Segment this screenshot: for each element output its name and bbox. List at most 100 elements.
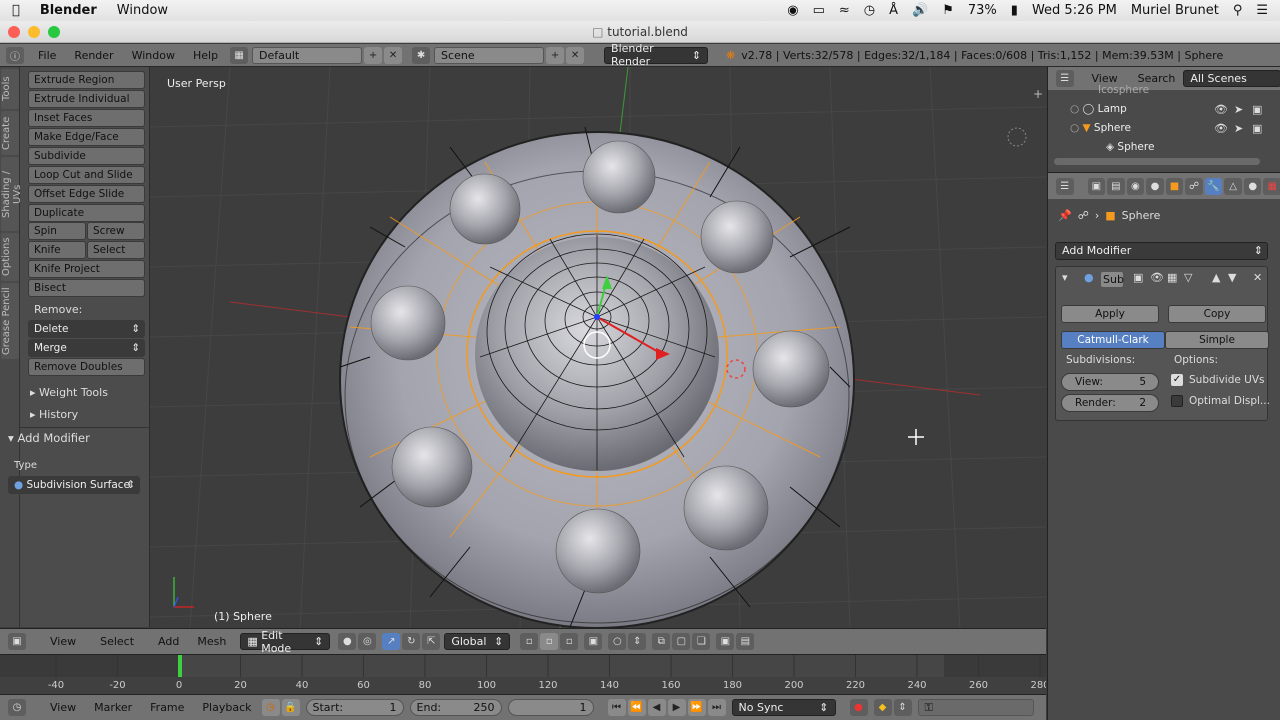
scene-selector[interactable]: Scene bbox=[434, 46, 545, 64]
keying-set-icon[interactable]: ◆ bbox=[873, 699, 892, 716]
menu-playback[interactable]: Playback bbox=[202, 701, 251, 714]
modifiers-tab-icon[interactable]: 🔧 bbox=[1204, 177, 1223, 195]
pivot-icon[interactable]: ◎ bbox=[358, 633, 377, 650]
subdivide-button[interactable]: Subdivide bbox=[28, 147, 145, 165]
opengl-render-icon[interactable]: ▤ bbox=[736, 633, 755, 650]
screw-button[interactable]: Screw bbox=[87, 222, 145, 240]
window-menu[interactable]: Window bbox=[117, 3, 168, 18]
next-keyframe-icon[interactable]: ⏩ bbox=[687, 699, 706, 716]
face-select-icon[interactable]: ▫ bbox=[560, 633, 579, 650]
record-icon[interactable]: ◉ bbox=[787, 3, 798, 18]
outliner-view-menu[interactable]: View bbox=[1092, 72, 1118, 85]
play-icon[interactable]: ▶ bbox=[667, 699, 686, 716]
remove-scene-icon[interactable]: ✕ bbox=[566, 46, 585, 64]
shading-icon[interactable]: ● bbox=[338, 633, 357, 650]
object-tab-icon[interactable]: ■ bbox=[1165, 177, 1184, 195]
apply-button[interactable]: Apply bbox=[1061, 305, 1159, 323]
copy-button[interactable]: Copy bbox=[1168, 305, 1266, 323]
eye-icon[interactable]: 👁 bbox=[1214, 122, 1228, 135]
wifi-icon[interactable]: ≈ bbox=[839, 3, 850, 18]
airplay-icon[interactable]: ▭ bbox=[813, 3, 825, 18]
delete-menu[interactable]: Delete ⇕ bbox=[28, 320, 145, 338]
falloff-icon[interactable]: ⇕ bbox=[628, 633, 647, 650]
merge-menu[interactable]: Merge ⇕ bbox=[28, 339, 145, 357]
sync-select[interactable]: No Sync ⇕ bbox=[731, 699, 836, 716]
menu-frame[interactable]: Frame bbox=[150, 701, 184, 714]
keying-set-field[interactable]: ⚿ bbox=[917, 699, 1034, 716]
material-tab-icon[interactable]: ● bbox=[1243, 177, 1262, 195]
outliner-search-menu[interactable]: Search bbox=[1138, 72, 1176, 85]
editor-type-icon[interactable]: ⓘ bbox=[6, 46, 24, 64]
outliner-item-lamp[interactable]: ○ ◯ Lamp bbox=[1070, 100, 1127, 118]
menu-file[interactable]: File bbox=[38, 49, 56, 62]
view3d-type-icon[interactable]: ▣ bbox=[8, 633, 26, 650]
properties-type-icon[interactable]: ☰ bbox=[1056, 177, 1074, 195]
weight-tools-panel[interactable]: ▸ Weight Tools bbox=[30, 386, 108, 399]
offset-edge-slide-button[interactable]: Offset Edge Slide bbox=[28, 185, 145, 203]
spotlight-icon[interactable]: ⚲ bbox=[1233, 3, 1243, 18]
menu-render[interactable]: Render bbox=[74, 49, 113, 62]
outliner-scrollbar[interactable] bbox=[1054, 158, 1260, 165]
render-engine-select[interactable]: Blender Render ⇕ bbox=[604, 42, 709, 68]
render-layers-tab-icon[interactable]: ▤ bbox=[1107, 177, 1125, 195]
end-frame-field[interactable]: End: 250 bbox=[409, 699, 502, 716]
manipulator-rotate-icon[interactable]: ↻ bbox=[402, 633, 421, 650]
snap-target-icon[interactable]: ▢ bbox=[672, 633, 691, 650]
edge-select-icon[interactable]: ▫ bbox=[540, 633, 559, 650]
close-window-button[interactable] bbox=[8, 26, 20, 38]
render-preview-icon[interactable]: ▣ bbox=[716, 633, 735, 650]
knife-project-button[interactable]: Knife Project bbox=[28, 260, 145, 278]
mode-select[interactable]: ▦ Edit Mode ⇕ bbox=[240, 629, 331, 655]
world-tab-icon[interactable]: ● bbox=[1146, 177, 1164, 195]
tab-create[interactable]: Create bbox=[1, 111, 19, 155]
notification-icon[interactable]: ☰ bbox=[1256, 3, 1268, 18]
menu-add[interactable]: Add bbox=[158, 635, 179, 648]
view-levels-field[interactable]: View: 5 bbox=[1061, 373, 1159, 391]
menu-view[interactable]: View bbox=[50, 635, 76, 648]
clock[interactable]: Wed 5:26 PM bbox=[1032, 3, 1117, 18]
jump-end-icon[interactable]: ⏭ bbox=[707, 699, 726, 716]
cage-toggle-icon[interactable]: ▽ bbox=[1184, 271, 1192, 284]
manipulator-scale-icon[interactable]: ⇱ bbox=[422, 633, 441, 650]
make-edge-face-button[interactable]: Make Edge/Face bbox=[28, 128, 145, 146]
orientation-select[interactable]: Global ⇕ bbox=[444, 633, 511, 650]
timeline[interactable]: -40 -20 0 20 40 60 80 100 120 140 160 180 200 220 240 2… bbox=[0, 654, 1050, 695]
tab-options[interactable]: Options bbox=[1, 233, 19, 281]
zoom-window-button[interactable] bbox=[48, 26, 60, 38]
add-modifier-dropdown[interactable]: Add Modifier ⇕ bbox=[1055, 242, 1268, 260]
bisect-button[interactable]: Bisect bbox=[28, 279, 145, 297]
menu-help[interactable]: Help bbox=[193, 49, 218, 62]
camera-icon[interactable]: ▣ bbox=[1252, 122, 1262, 135]
prev-keyframe-icon[interactable]: ⏪ bbox=[627, 699, 646, 716]
menu-window[interactable]: Window bbox=[132, 49, 175, 62]
bluetooth-icon[interactable]: Å bbox=[889, 3, 898, 18]
lock-icon[interactable]: 🔒 bbox=[281, 699, 300, 716]
remove-layout-icon[interactable]: ✕ bbox=[384, 46, 403, 64]
tab-shading-uvs[interactable]: Shading / UVs bbox=[1, 157, 23, 231]
outliner-item-icosphere[interactable]: Icosphere bbox=[1098, 85, 1149, 95]
spin-button[interactable]: Spin bbox=[28, 222, 86, 240]
menu-mesh[interactable]: Mesh bbox=[197, 635, 226, 648]
history-panel[interactable]: ▸ History bbox=[30, 408, 78, 421]
remove-doubles-button[interactable]: Remove Doubles bbox=[28, 358, 145, 376]
current-frame-field[interactable]: 1 bbox=[507, 699, 594, 716]
scene-tab-icon[interactable]: ◉ bbox=[1126, 177, 1145, 195]
proportional-icon[interactable]: ○ bbox=[608, 633, 627, 650]
type-dropdown[interactable]: ● Subdivision Surface ⇕ bbox=[8, 476, 140, 494]
render-tab-icon[interactable]: ▣ bbox=[1087, 177, 1106, 195]
viewport-3d[interactable]: + User Persp (1) Sphere bbox=[150, 67, 1046, 628]
outliner-item-sphere-mesh[interactable]: ◈ Sphere bbox=[1106, 138, 1154, 156]
flag-icon[interactable]: ⚑ bbox=[942, 3, 954, 18]
play-reverse-icon[interactable]: ◀ bbox=[647, 699, 666, 716]
add-layout-icon[interactable]: + bbox=[364, 46, 383, 64]
outliner-type-icon[interactable]: ☰ bbox=[1056, 70, 1074, 87]
viewport-toggle-icon[interactable]: 👁 bbox=[1150, 271, 1164, 284]
editmode-toggle-icon[interactable]: ▦ bbox=[1167, 271, 1177, 284]
modifier-name-field[interactable]: Sub bbox=[1100, 271, 1124, 288]
all-scenes-select[interactable]: All Scenes bbox=[1183, 70, 1280, 87]
preview-range-icon[interactable]: ◷ bbox=[261, 699, 280, 716]
minimize-window-button[interactable] bbox=[28, 26, 40, 38]
add-modifier-operator-panel[interactable]: ▾ Add Modifier bbox=[8, 431, 90, 445]
subdivide-uvs-checkbox[interactable]: ✓ bbox=[1171, 374, 1183, 386]
tab-grease-pencil[interactable]: Grease Pencil bbox=[1, 283, 19, 359]
